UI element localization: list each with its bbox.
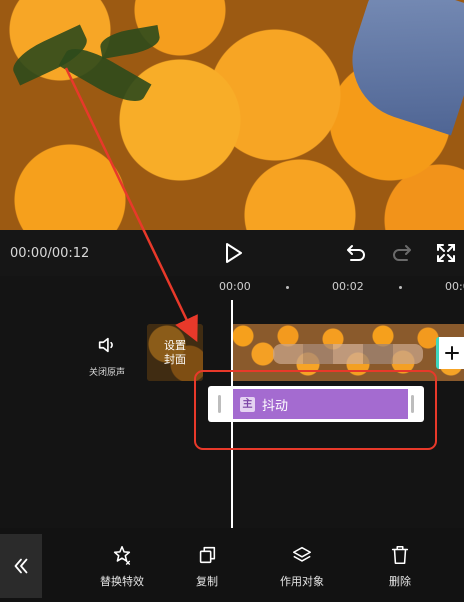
replace-effect-button[interactable]: 替换特效 [82,544,162,589]
set-cover-button[interactable]: 设置封面 [147,324,203,381]
ruler-label: 00:0 [445,280,464,293]
delete-button[interactable]: 删除 [360,544,440,589]
redo-icon [393,245,411,261]
replace-effect-label: 替换特效 [100,575,144,588]
leaf-decoration [98,24,162,60]
replace-effect-icon [113,545,131,565]
trash-icon [391,545,409,565]
undo-button[interactable] [344,241,368,265]
fullscreen-button[interactable] [434,241,458,265]
speaker-icon [98,337,113,353]
video-clip-track[interactable] [233,324,464,381]
timeline[interactable]: 00:00 00:02 00:0 关闭原声 设置封面 主 抖动 [0,276,464,528]
copy-button[interactable]: 复制 [167,544,247,589]
apply-to-target-button[interactable]: 作用对象 [262,544,342,589]
apply-to-target-label: 作用对象 [280,575,324,588]
play-button[interactable] [221,241,245,265]
ruler-label: 00:00 [219,280,251,293]
fullscreen-icon [437,244,455,262]
redo-button[interactable] [390,241,414,265]
effect-name: 抖动 [262,398,289,414]
bottom-toolbar: 替换特效 复制 作用对象 删除 [0,528,464,602]
ruler-tick [286,286,289,289]
undo-icon [347,245,365,261]
delete-label: 删除 [389,575,411,588]
playhead[interactable] [231,300,233,528]
effect-clip-body[interactable]: 主 抖动 [232,389,408,419]
mute-label: 关闭原声 [88,368,125,378]
play-icon [226,243,242,263]
effect-clip[interactable]: 主 抖动 [208,386,424,422]
effect-trim-handle-left[interactable] [218,395,221,413]
video-preview [0,0,464,230]
clip-thumbnail [273,344,423,364]
copy-icon [199,546,216,564]
hand-decoration [336,0,464,136]
mute-original-audio-button[interactable]: 关闭原声 [84,334,130,378]
add-clip-button[interactable] [436,337,464,369]
cover-label: 设置封面 [164,338,186,366]
playback-bar: 00:00/00:12 [0,230,464,276]
back-button[interactable] [0,534,42,598]
double-chevron-left-icon [14,558,28,574]
copy-label: 复制 [196,575,218,588]
effect-trim-handle-right[interactable] [411,395,414,413]
ruler-label: 00:02 [332,280,364,293]
plus-icon [444,346,459,360]
time-display: 00:00/00:12 [10,245,90,261]
ruler-tick [399,286,402,289]
main-track-tag: 主 [240,396,255,412]
layers-icon [292,546,312,562]
